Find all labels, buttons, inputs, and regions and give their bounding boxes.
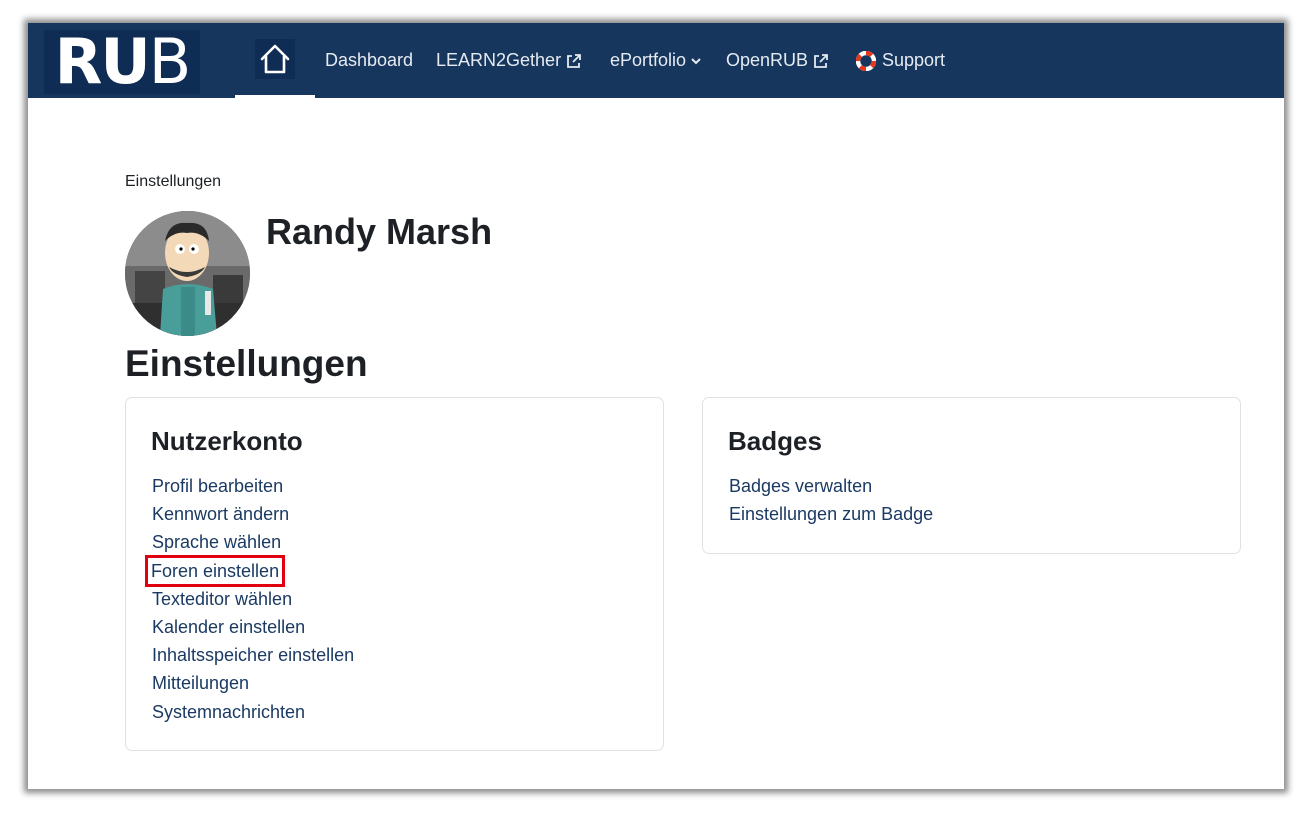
nav-link-label: LEARN2Gether (436, 50, 562, 70)
nav-link-support[interactable]: Support (856, 23, 945, 98)
link-content-bank[interactable]: Inhaltsspeicher einstellen (151, 643, 355, 671)
page-title: Einstellungen (125, 343, 368, 384)
nav-link-label: Dashboard (325, 50, 414, 70)
lifebuoy-icon (856, 50, 876, 71)
browser-viewport: RU B Dashboard LEARN2Gether ePortfolio O… (28, 23, 1284, 789)
link-messages[interactable]: Mitteilungen (151, 671, 355, 699)
link-label: Systemnachrichten (152, 701, 306, 722)
link-calendar-settings[interactable]: Kalender einstellen (151, 615, 355, 643)
link-system-notifications[interactable]: Systemnachrichten (151, 700, 355, 728)
link-label: Inhaltsspeicher einstellen (152, 645, 355, 666)
link-label: Kennwort ändern (152, 504, 290, 525)
user-name: Randy Marsh (266, 211, 493, 252)
account-card: Nutzerkonto Profil bearbeiten Kennwort ä… (125, 397, 664, 751)
nav-link-learn2gether[interactable]: LEARN2Gether (436, 23, 583, 98)
link-forum-settings[interactable]: Foren einstellen (144, 554, 355, 587)
link-badge-settings[interactable]: Einstellungen zum Badge (728, 502, 934, 530)
nav-link-label: Support (882, 50, 946, 70)
link-label: Profil bearbeiten (152, 476, 284, 496)
link-label: Mitteilungen (152, 673, 250, 694)
nav-link-label: ePortfolio (610, 50, 687, 70)
logo-text-b: B (148, 25, 192, 98)
link-manage-badges[interactable]: Badges verwalten (728, 474, 934, 502)
breadcrumb: Einstellungen (125, 173, 222, 190)
link-text-editor[interactable]: Texteditor wählen (151, 587, 355, 615)
link-select-language[interactable]: Sprache wählen (151, 530, 355, 558)
link-label: Kalender einstellen (152, 616, 306, 637)
link-label: Texteditor wählen (152, 588, 293, 609)
top-navbar: RU B Dashboard LEARN2Gether ePortfolio O… (28, 23, 1284, 98)
link-label: Foren einstellen (144, 554, 286, 587)
nav-link-dashboard[interactable]: Dashboard (325, 23, 413, 98)
link-label: Sprache wählen (152, 532, 282, 553)
account-link-list: Profil bearbeiten Kennwort ändern Sprach… (144, 474, 355, 728)
chevron-down-icon (690, 55, 702, 67)
link-change-password[interactable]: Kennwort ändern (151, 502, 355, 530)
external-link-icon (812, 52, 830, 70)
logo-text-ru: RU (54, 25, 151, 98)
badges-card: Badges Badges verwalten Einstellungen zu… (702, 397, 1241, 554)
rub-logo[interactable]: RU B (44, 30, 200, 94)
home-tab[interactable] (235, 23, 315, 98)
home-icon-bg (255, 39, 295, 79)
nav-link-openrub[interactable]: OpenRUB (726, 23, 830, 98)
badges-link-list: Badges verwalten Einstellungen zum Badge (728, 474, 934, 530)
external-link-icon (565, 52, 583, 70)
nav-link-label: OpenRUB (726, 50, 809, 70)
avatar[interactable] (125, 211, 250, 336)
link-label: Badges verwalten (729, 476, 873, 496)
card-title: Badges (728, 426, 822, 456)
home-icon (260, 44, 290, 74)
avatar-image (125, 211, 250, 336)
card-title: Nutzerkonto (151, 426, 303, 456)
link-label: Einstellungen zum Badge (729, 504, 934, 525)
nav-link-eportfolio[interactable]: ePortfolio (610, 23, 702, 98)
link-profile-edit[interactable]: Profil bearbeiten (151, 474, 355, 502)
